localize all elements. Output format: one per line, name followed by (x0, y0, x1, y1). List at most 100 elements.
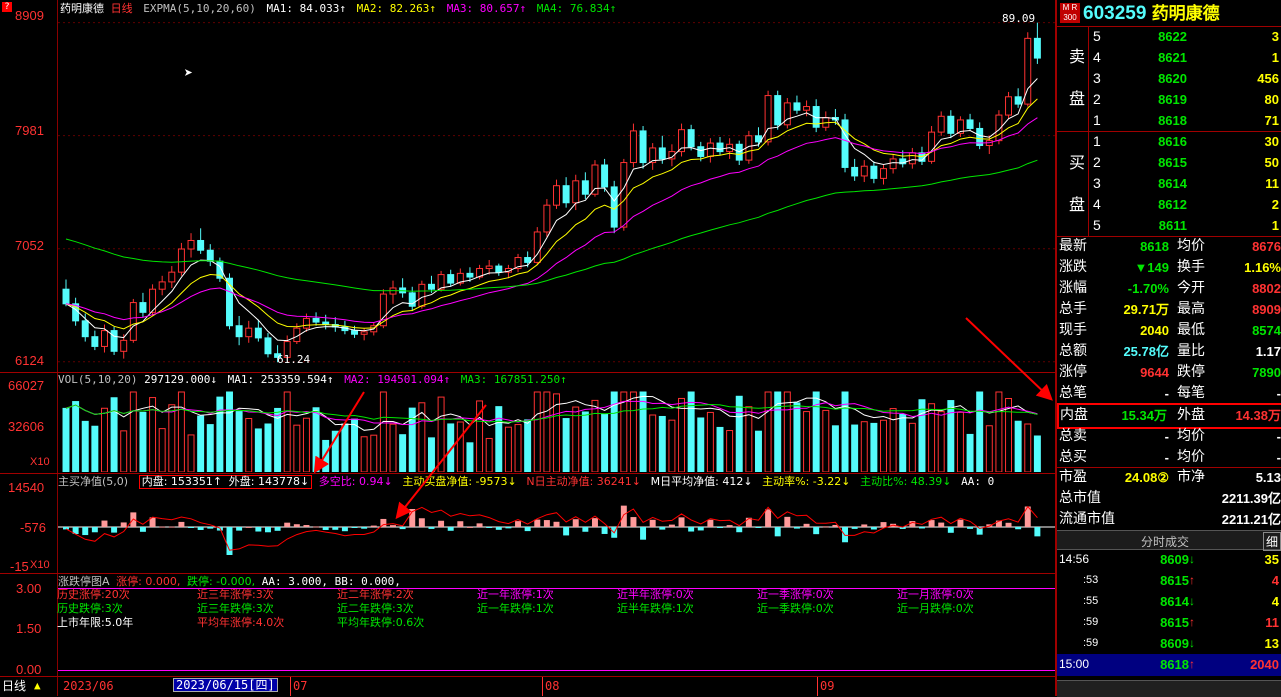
volume-bar (399, 434, 407, 472)
order-row[interactable]: 4 8621 1 (1093, 47, 1281, 68)
net-buy-bar (928, 520, 935, 527)
order-row[interactable]: 2 8615 50 (1093, 152, 1281, 173)
candle-body (697, 146, 705, 157)
net-buy-bar (428, 527, 435, 529)
volume-bar (620, 391, 628, 472)
limit-aa: AA: 3.000, (261, 575, 329, 588)
volume-bar (976, 391, 984, 472)
net-buy-bar (822, 526, 829, 528)
candle-body (1033, 37, 1041, 59)
order-row[interactable]: 3 8614 11 (1093, 173, 1281, 194)
volume-bar (793, 402, 801, 472)
date-label-3: 08 (545, 679, 560, 693)
limit-label: 涨跌停图A (58, 575, 110, 588)
net-header: 主买净值(5,0) 内盘: 153351↑ 外盘: 143778↓ 多空比: 0… (58, 475, 994, 489)
cursor-date: 2023/06/15[四] (173, 678, 278, 692)
candle-body (437, 274, 445, 290)
net-buy-bar (938, 522, 945, 527)
order-row[interactable]: 1 8616 30 (1093, 131, 1281, 152)
quote-stats: 最新 8618 均价 8676 涨跌 ▼149 换手 1.16% 涨幅 -1.70% 今开 880… (1059, 238, 1281, 401)
price-axis-high: 8909 (15, 8, 44, 23)
volume-bar (254, 428, 262, 472)
order-row[interactable]: 4 8612 2 (1093, 194, 1281, 215)
limit-axis-1: 3.00 (16, 581, 42, 596)
candle-body (908, 152, 916, 165)
limit-stat: 近一年跌停:1次 (477, 602, 554, 615)
net-buy-bar (726, 525, 733, 527)
net-buy-bar (947, 527, 954, 533)
net-buy-bar (967, 527, 974, 529)
order-row[interactable]: 3 8620 456 (1093, 68, 1281, 89)
volume-bar (264, 423, 272, 472)
order-row[interactable]: 5 8622 3 (1093, 26, 1281, 47)
candle-body (91, 336, 99, 347)
candle-body (841, 119, 849, 168)
net-buy-bar (861, 524, 868, 527)
tick-row[interactable]: :59 8615 ↑ 11 (1057, 612, 1281, 633)
limit-axis-2: 1.50 (16, 621, 42, 636)
volume-bar (1033, 435, 1041, 472)
order-row[interactable]: 2 8619 80 (1093, 89, 1281, 110)
net-buy-bar (188, 527, 195, 528)
candle-body (158, 281, 166, 290)
price-chart[interactable] (58, 14, 1055, 372)
net-buy-bar (438, 520, 445, 527)
ma-line-3 (65, 117, 1038, 324)
vol-ma3: MA3: 167851.250↑ (460, 373, 567, 386)
volume-bar (524, 419, 532, 472)
volume-bar (591, 399, 599, 472)
tick-row[interactable]: :53 8615 ↑ 4 (1057, 570, 1281, 591)
buy-label-2: 盘 (1069, 195, 1086, 214)
sell-label-2: 盘 (1069, 89, 1086, 108)
net-axis-3: -15 (10, 559, 29, 574)
bottom-toolbar[interactable] (1057, 680, 1281, 697)
sell-label-1: 卖 (1069, 47, 1086, 66)
volume-bar (745, 406, 753, 472)
candle-body (62, 288, 70, 305)
tick-row[interactable]: :59 8609 ↓ 13 (1057, 633, 1281, 654)
net-buy-bar (457, 521, 464, 527)
low-annotation: 61.24 (277, 353, 311, 366)
limit-stat: 近三年跌停:3次 (197, 602, 274, 615)
volume-bar (447, 423, 455, 472)
net-buy-bar (341, 527, 348, 532)
volume-bar (226, 391, 233, 472)
volume-bar (649, 414, 657, 472)
net-buy-bar (197, 527, 204, 530)
net-buy-bar (476, 523, 483, 527)
settings-icon[interactable]: ? (2, 2, 12, 12)
candle-body (803, 106, 811, 111)
date-label-4: 09 (820, 679, 835, 693)
volume-chart[interactable] (58, 386, 1055, 472)
candle-body (427, 283, 435, 290)
chart-area[interactable]: ? 药明康德 日线 EXPMA(5,10,20,60) MA1: 84.033↑… (0, 0, 1055, 696)
net-buy-bar (505, 527, 512, 529)
volume-bar (206, 424, 214, 472)
candle-body (591, 164, 599, 195)
price-axis-3: 7052 (15, 238, 44, 253)
net-nri: N日主动净值: 36241↓ (526, 475, 641, 488)
net-buy-chart[interactable] (58, 488, 1055, 572)
candle-body (187, 239, 195, 250)
volume-bar (783, 391, 791, 472)
limit-stat: 近半年涨停:0次 (617, 588, 694, 601)
volume-bar (158, 428, 166, 472)
volume-bar (581, 411, 589, 472)
candle-body (1005, 96, 1013, 116)
volume-bar (860, 421, 868, 472)
candle-body (495, 265, 503, 273)
volume-bar (389, 423, 397, 472)
order-row[interactable]: 5 8611 1 (1093, 215, 1281, 236)
candle-body (764, 95, 772, 143)
tick-final-row[interactable]: 15:00 8618 ↑ 2040 (1057, 654, 1281, 676)
mode-tab[interactable]: 日线 (2, 680, 26, 692)
tick-row[interactable]: 14:56 8609 ↓ 35 (1057, 549, 1281, 570)
net-buy-bar (120, 522, 127, 527)
volume-bar (880, 419, 887, 472)
tick-row[interactable]: :55 8614 ↓ 4 (1057, 591, 1281, 612)
mode-arrow-icon[interactable]: ▲ (34, 679, 41, 692)
net-aa: AA: 0 (961, 475, 995, 488)
volume-bar (168, 404, 176, 472)
volume-bar (629, 391, 637, 472)
order-row[interactable]: 1 8618 71 (1093, 110, 1281, 131)
